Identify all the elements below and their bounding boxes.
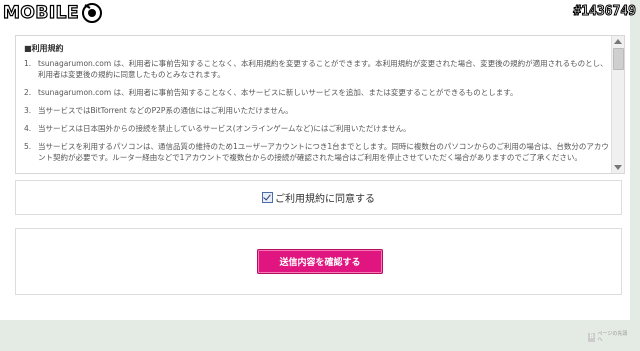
confirm-submit-button[interactable]: 送信内容を確認する [257,249,383,274]
terms-box[interactable]: ■利用規約 1. tsunagarumon.com は、利用者に事前告知すること… [15,35,625,174]
terms-item: 4. 当サービスは日本国外からの接続を禁止しているサービス(オンラインゲームなど… [24,123,609,134]
agree-label[interactable]: ご利用規約に同意する [275,190,375,205]
terms-item-text: tsunagarumon.com は、利用者に事前告知することなく、本サービスに… [38,88,518,97]
terms-item-number: 5. [24,142,32,151]
terms-item-number: 1. [24,59,32,68]
terms-item-text: 当サービスは日本国外からの接続を禁止しているサービス(オンラインゲームなど)には… [38,124,411,133]
confirm-box: 送信内容を確認する [15,228,622,295]
scroll-down-icon[interactable] [614,165,622,170]
terms-item-text: 当サービスではBitTorrent などのP2P系の通信にはご利用いただけません… [38,106,293,115]
page-content: ■利用規約 1. tsunagarumon.com は、利用者に事前告知すること… [0,0,630,320]
agree-checkbox[interactable] [262,192,273,203]
scroll-thumb[interactable] [613,48,624,70]
terms-item: 2. tsunagarumon.com は、利用者に事前告知することなく、本サー… [24,87,609,98]
page-top-label: ページの先頭へ [597,331,628,343]
terms-content: ■利用規約 1. tsunagarumon.com は、利用者に事前告知すること… [24,43,609,170]
terms-item-text: 当サービスを利用するパソコンは、通信品質の維持のため1ユーザーアカウントにつき1… [38,142,609,162]
terms-item-number: 4. [24,124,32,133]
owl-eye-icon [82,3,103,23]
terms-item: 5. 当サービスを利用するパソコンは、通信品質の維持のため1ユーザーアカウントに… [24,141,609,163]
terms-item: 1. tsunagarumon.com は、利用者に事前告知することなく、本利用… [24,58,609,80]
terms-item-number: 2. [24,88,32,97]
watermark-id: #1436749 [573,4,637,20]
terms-scrollbar[interactable] [611,36,624,173]
mobile01-watermark-logo: MOBILE [2,2,103,24]
terms-heading: ■利用規約 [24,44,64,53]
terms-item-text: tsunagarumon.com は、利用者に事前告知することなく、本利用規約を… [38,59,608,79]
page-top-icon: B [588,332,596,342]
terms-item: 3. 当サービスではBitTorrent などのP2P系の通信にはご利用いただけ… [24,105,609,116]
agree-box: ご利用規約に同意する [15,180,622,215]
page-top-link[interactable]: B ページの先頭へ [588,327,630,347]
scroll-up-icon[interactable] [614,39,622,44]
terms-item-number: 3. [24,106,32,115]
watermark-logo-text: MOBILE [2,2,80,23]
